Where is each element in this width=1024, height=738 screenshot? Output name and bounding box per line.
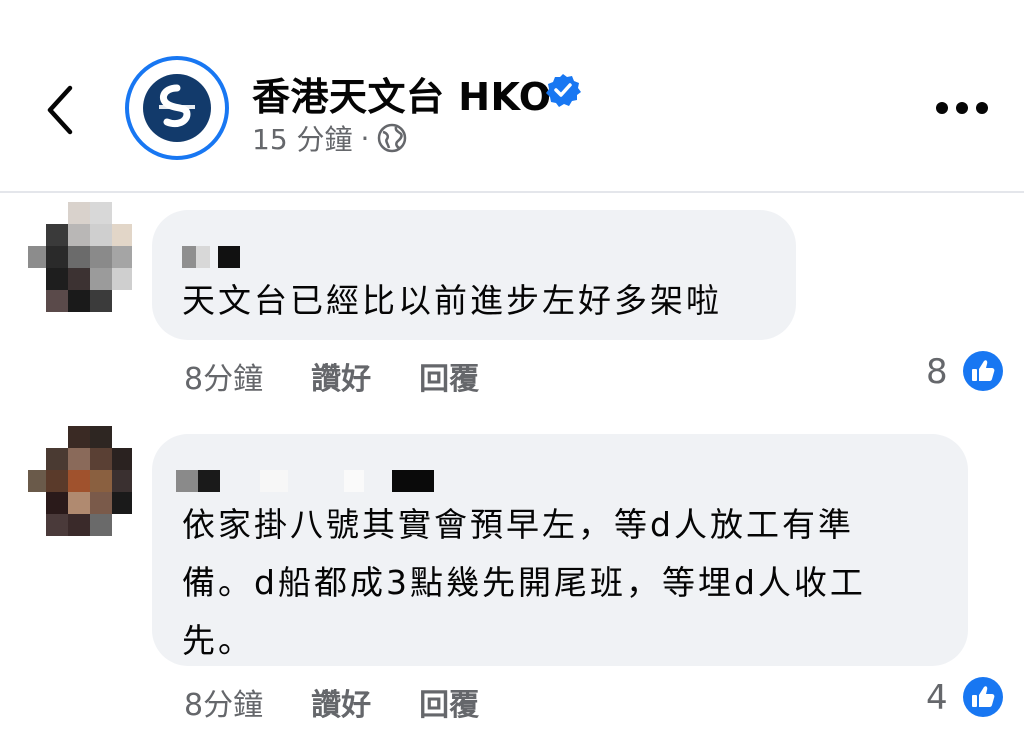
comment-time[interactable]: 8分鐘 bbox=[184, 354, 263, 398]
comment-time[interactable]: 8分鐘 bbox=[184, 680, 263, 724]
meta-separator: · bbox=[360, 121, 370, 155]
like-button[interactable]: 讚好 bbox=[311, 354, 371, 398]
comment-text: 天文台已經比以前進步左好多架啦 bbox=[182, 272, 722, 330]
like-count[interactable]: 4 bbox=[926, 678, 948, 718]
header-divider bbox=[0, 191, 1024, 193]
commenter-name-redacted[interactable] bbox=[176, 470, 434, 492]
post-time[interactable]: 15 分鐘 bbox=[252, 118, 353, 158]
reply-button[interactable]: 回覆 bbox=[419, 680, 479, 724]
comment-line: 天文台已經比以前進步左好多架啦 bbox=[182, 281, 722, 320]
more-options-icon[interactable] bbox=[934, 100, 990, 116]
comment-text: 依家掛八號其實會預早左，等d人放工有準 備。d船都成3點幾先開尾班，等埋d人收工… bbox=[182, 496, 866, 670]
commenter-avatar-pixelated[interactable] bbox=[28, 426, 132, 536]
comment-line: 備。d船都成3點幾先開尾班，等埋d人收工 bbox=[182, 563, 866, 602]
comment-line: 先。 bbox=[182, 621, 254, 660]
page-avatar[interactable] bbox=[125, 56, 229, 160]
comment-actions: 8分鐘 讚好 回覆 bbox=[184, 680, 479, 724]
hko-logo-icon bbox=[143, 74, 211, 142]
thumbs-up-icon[interactable] bbox=[962, 676, 1004, 718]
page-name[interactable]: 香港天文台 HKO bbox=[252, 66, 552, 121]
comment-bubble: 依家掛八號其實會預早左，等d人放工有準 備。d船都成3點幾先開尾班，等埋d人收工… bbox=[152, 434, 968, 666]
like-button[interactable]: 讚好 bbox=[311, 680, 371, 724]
post-meta: 15 分鐘 · bbox=[252, 118, 407, 158]
commenter-avatar-pixelated[interactable] bbox=[28, 202, 132, 312]
thumbs-up-icon[interactable] bbox=[962, 350, 1004, 392]
comment-bubble: 天文台已經比以前進步左好多架啦 bbox=[152, 210, 796, 340]
globe-icon bbox=[378, 123, 407, 153]
verified-badge-icon bbox=[546, 74, 581, 107]
reply-button[interactable]: 回覆 bbox=[419, 354, 479, 398]
back-chevron-icon[interactable] bbox=[40, 80, 84, 140]
comment-actions: 8分鐘 讚好 回覆 bbox=[184, 354, 479, 398]
like-count[interactable]: 8 bbox=[926, 352, 948, 392]
comment-line: 依家掛八號其實會預早左，等d人放工有準 bbox=[182, 505, 854, 544]
commenter-name-redacted[interactable] bbox=[182, 246, 240, 268]
post-header: 香港天文台 HKO 15 分鐘 · bbox=[0, 0, 1024, 191]
